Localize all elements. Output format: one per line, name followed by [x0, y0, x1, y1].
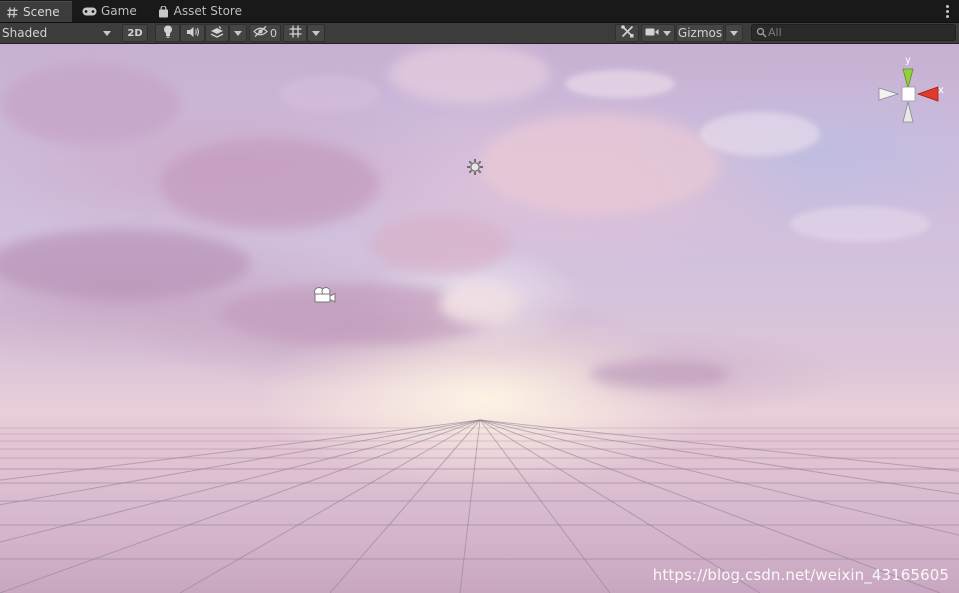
grid-toggle-button[interactable]	[283, 24, 307, 42]
y-axis-cone-icon	[902, 68, 914, 90]
more-options-icon[interactable]	[943, 3, 951, 19]
gamepad-icon	[82, 5, 97, 18]
chevron-down-icon	[730, 30, 738, 36]
camera-icon[interactable]	[311, 286, 337, 307]
bag-icon	[158, 5, 170, 18]
chevron-down-icon	[234, 30, 242, 36]
gizmos-button[interactable]: Gizmos	[676, 24, 724, 42]
neg-x-axis-cone-icon	[878, 87, 900, 101]
scene-toolbar: Shaded 2D 0 Gizmos All	[0, 23, 959, 44]
sky-clouds	[0, 44, 959, 593]
speaker-icon	[186, 26, 200, 41]
orientation-gizmo[interactable]: y x	[876, 55, 946, 144]
toggle-2d-button[interactable]: 2D	[122, 24, 148, 42]
center-cube-icon	[901, 86, 916, 102]
chevron-down-icon	[103, 30, 111, 36]
tab-game-label: Game	[101, 4, 137, 18]
effects-toggle-button[interactable]	[205, 24, 229, 42]
audio-toggle-button[interactable]	[180, 24, 205, 42]
tab-scene-label: Scene	[23, 4, 60, 19]
tools-button[interactable]	[615, 24, 639, 42]
camera-settings-dropdown[interactable]	[641, 24, 675, 42]
lighting-toggle-button[interactable]	[155, 24, 180, 42]
scene-visibility-button[interactable]: 0	[249, 24, 281, 42]
hash-icon	[6, 6, 19, 19]
x-axis-label: x	[938, 85, 944, 96]
neg-y-axis-cone-icon	[902, 101, 914, 123]
lightbulb-icon	[163, 25, 173, 41]
video-camera-icon	[645, 26, 659, 40]
tools-icon	[620, 25, 634, 41]
tab-asset-store-label: Asset Store	[173, 4, 242, 18]
search-icon	[756, 27, 767, 41]
scene-viewport[interactable]: y x https://blog.csdn.net/weixin_4316560…	[0, 44, 959, 593]
gizmos-label: Gizmos	[677, 26, 723, 40]
chevron-down-icon	[312, 30, 320, 36]
tab-game[interactable]: Game	[76, 1, 152, 22]
x-axis-cone-icon	[916, 86, 939, 102]
hidden-objects-count: 0	[270, 26, 277, 40]
effects-dropdown-button[interactable]	[229, 24, 247, 42]
eye-slash-icon	[253, 26, 268, 40]
search-input[interactable]	[768, 25, 952, 40]
toggle-2d-label: 2D	[127, 27, 143, 39]
gizmos-dropdown-button[interactable]	[725, 24, 743, 42]
editor-tab-bar: Scene Game Asset Store	[0, 0, 959, 23]
tab-scene[interactable]: Scene	[0, 1, 72, 22]
scene-search-field[interactable]	[751, 24, 956, 41]
grid-dropdown-button[interactable]	[307, 24, 325, 42]
sun-icon[interactable]	[466, 158, 484, 179]
tab-asset-store[interactable]: Asset Store	[152, 1, 248, 22]
draw-mode-dropdown[interactable]: Shaded	[0, 24, 118, 42]
effects-layers-icon	[210, 25, 224, 41]
draw-mode-label: Shaded	[2, 26, 48, 40]
chevron-down-icon	[663, 30, 671, 36]
watermark-text: https://blog.csdn.net/weixin_43165605	[652, 566, 949, 584]
y-axis-label: y	[905, 55, 911, 66]
grid-icon	[289, 25, 302, 41]
